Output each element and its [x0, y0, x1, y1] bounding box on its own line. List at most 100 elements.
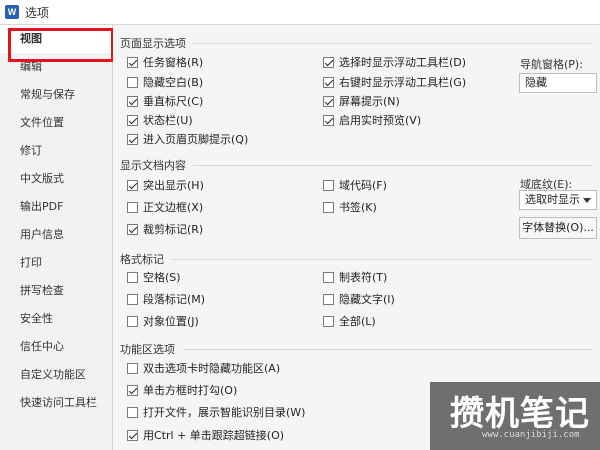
- checkbox-box[interactable]: [323, 293, 334, 305]
- checkbox-label: 单击方框时打勾(O): [143, 384, 238, 397]
- checkbox-float-toolbar-select[interactable]: 选择时显示浮动工具栏(D): [323, 54, 466, 70]
- checkbox-field-codes[interactable]: 域代码(F): [323, 177, 387, 193]
- checkbox-box[interactable]: [127, 315, 138, 327]
- font-substitution-button[interactable]: 字体替换(O)...: [519, 217, 597, 239]
- nav-pane-select[interactable]: 隐藏: [519, 73, 597, 93]
- sidebar-item-spell-check[interactable]: 拼写检查: [0, 277, 112, 305]
- section-divider: [193, 43, 593, 44]
- sidebar-item-security[interactable]: 安全性: [0, 305, 112, 333]
- checkbox-bookmarks[interactable]: 书签(K): [323, 199, 377, 215]
- checkbox-box[interactable]: [127, 384, 138, 396]
- section-title-page-display: 页面显示选项: [120, 37, 186, 50]
- sidebar-item-edit[interactable]: 编辑: [0, 53, 112, 81]
- section-divider: [183, 349, 593, 350]
- wps-writer-icon: W: [5, 5, 19, 19]
- checkbox-label: 空格(S): [143, 271, 181, 284]
- checkbox-click-box-check[interactable]: 单击方框时打勾(O): [127, 382, 237, 398]
- checkbox-label: 隐藏空白(B): [143, 76, 204, 89]
- checkbox-label: 裁剪标记(R): [143, 223, 204, 236]
- checkbox-label: 段落标记(M): [143, 293, 206, 306]
- checkbox-box[interactable]: [323, 179, 334, 191]
- sidebar-item-general-save[interactable]: 常规与保存: [0, 81, 112, 109]
- checkbox-box[interactable]: [323, 201, 334, 213]
- checkbox-box[interactable]: [127, 76, 138, 88]
- checkbox-paragraph-marks[interactable]: 段落标记(M): [127, 291, 205, 307]
- checkbox-highlight[interactable]: 突出显示(H): [127, 177, 204, 193]
- checkbox-tab-chars[interactable]: 制表符(T): [323, 269, 387, 285]
- checkbox-all-marks[interactable]: 全部(L): [323, 313, 376, 329]
- checkbox-vertical-ruler[interactable]: 垂直标尺(C): [127, 93, 203, 109]
- sidebar-item-user-info[interactable]: 用户信息: [0, 221, 112, 249]
- sidebar-item-revision[interactable]: 修订: [0, 137, 112, 165]
- checkbox-screen-tips[interactable]: 屏幕提示(N): [323, 93, 400, 109]
- checkbox-hidden-text[interactable]: 隐藏文字(I): [323, 291, 395, 307]
- checkbox-box[interactable]: [127, 429, 138, 441]
- checkbox-box[interactable]: [127, 201, 138, 213]
- checkbox-box[interactable]: [127, 271, 138, 283]
- sidebar-item-customize-ribbon[interactable]: 自定义功能区: [0, 361, 112, 389]
- checkbox-box[interactable]: [127, 114, 138, 126]
- sidebar-item-print[interactable]: 打印: [0, 249, 112, 277]
- sidebar-item-trust-center[interactable]: 信任中心: [0, 333, 112, 361]
- checkbox-label: 制表符(T): [339, 271, 388, 284]
- checkbox-float-toolbar-rightclick[interactable]: 右键时显示浮动工具栏(G): [323, 74, 466, 90]
- checkbox-box[interactable]: [127, 133, 138, 145]
- section-divider: [193, 165, 593, 166]
- checkbox-box[interactable]: [323, 95, 334, 107]
- checkbox-box[interactable]: [323, 271, 334, 283]
- checkbox-box[interactable]: [127, 362, 138, 374]
- checkbox-spaces[interactable]: 空格(S): [127, 269, 181, 285]
- checkbox-label: 启用实时预览(V): [339, 114, 422, 127]
- checkbox-box[interactable]: [127, 293, 138, 305]
- checkbox-status-bar[interactable]: 状态栏(U): [127, 112, 193, 128]
- checkbox-box[interactable]: [323, 114, 334, 126]
- checkbox-box[interactable]: [323, 76, 334, 88]
- checkbox-label: 对象位置(J): [143, 315, 199, 328]
- checkbox-header-footer-tip[interactable]: 进入页眉页脚提示(Q): [127, 131, 248, 147]
- section-title-doc-content: 显示文档内容: [120, 159, 186, 172]
- checkbox-task-pane[interactable]: 任务窗格(R): [127, 54, 203, 70]
- checkbox-label: 状态栏(U): [143, 114, 193, 127]
- checkbox-label: 突出显示(H): [143, 179, 204, 192]
- nav-pane-label: 导航窗格(P):: [520, 58, 583, 71]
- checkbox-box[interactable]: [127, 179, 138, 191]
- checkbox-box[interactable]: [323, 56, 334, 68]
- window-title: 选项: [25, 5, 50, 20]
- field-shading-value: 选取时显示: [525, 193, 580, 206]
- checkbox-label: 双击选项卡时隐藏功能区(A): [143, 362, 281, 375]
- checkbox-label: 右键时显示浮动工具栏(G): [339, 76, 467, 89]
- checkbox-live-preview[interactable]: 启用实时预览(V): [323, 112, 421, 128]
- checkbox-label: 域代码(F): [339, 179, 387, 192]
- checkbox-box[interactable]: [127, 56, 138, 68]
- checkbox-label: 进入页眉页脚提示(Q): [143, 133, 249, 146]
- checkbox-ctrl-click-link[interactable]: 用Ctrl + 单击跟踪超链接(O): [127, 427, 284, 443]
- sidebar-item-file-location[interactable]: 文件位置: [0, 109, 112, 137]
- checkbox-smart-toc[interactable]: 打开文件，展示智能识别目录(W): [127, 404, 305, 420]
- checkbox-crop-marks[interactable]: 裁剪标记(R): [127, 221, 203, 237]
- checkbox-label: 书签(K): [339, 201, 377, 214]
- chevron-down-icon: [583, 198, 591, 203]
- checkbox-object-anchors[interactable]: 对象位置(J): [127, 313, 199, 329]
- field-shading-select[interactable]: 选取时显示: [519, 190, 597, 210]
- watermark-text: 攒机笔记: [450, 394, 590, 434]
- sidebar-item-view[interactable]: 视图: [0, 25, 112, 53]
- section-divider: [171, 259, 593, 260]
- checkbox-box[interactable]: [127, 223, 138, 235]
- checkbox-label: 屏幕提示(N): [339, 95, 400, 108]
- checkbox-label: 用Ctrl + 单击跟踪超链接(O): [143, 429, 285, 442]
- checkbox-text-boundaries[interactable]: 正文边框(X): [127, 199, 203, 215]
- checkbox-dblclick-hide-ribbon[interactable]: 双击选项卡时隐藏功能区(A): [127, 360, 280, 376]
- checkbox-box[interactable]: [127, 95, 138, 107]
- watermark-url: www.cuanjibiji.com: [482, 430, 580, 440]
- sidebar-item-chinese-layout[interactable]: 中文版式: [0, 165, 112, 193]
- watermark-logo: 攒机笔记 www.cuanjibiji.com: [430, 382, 600, 450]
- sidebar-item-quick-access[interactable]: 快速访问工具栏: [0, 389, 112, 417]
- checkbox-box[interactable]: [323, 315, 334, 327]
- checkbox-label: 打开文件，展示智能识别目录(W): [143, 406, 306, 419]
- checkbox-label: 隐藏文字(I): [339, 293, 395, 306]
- sidebar-item-export-pdf[interactable]: 输出PDF: [0, 193, 112, 221]
- checkbox-hide-blank[interactable]: 隐藏空白(B): [127, 74, 203, 90]
- checkbox-label: 正文边框(X): [143, 201, 204, 214]
- checkbox-box[interactable]: [127, 406, 138, 418]
- section-title-ribbon: 功能区选项: [120, 343, 175, 356]
